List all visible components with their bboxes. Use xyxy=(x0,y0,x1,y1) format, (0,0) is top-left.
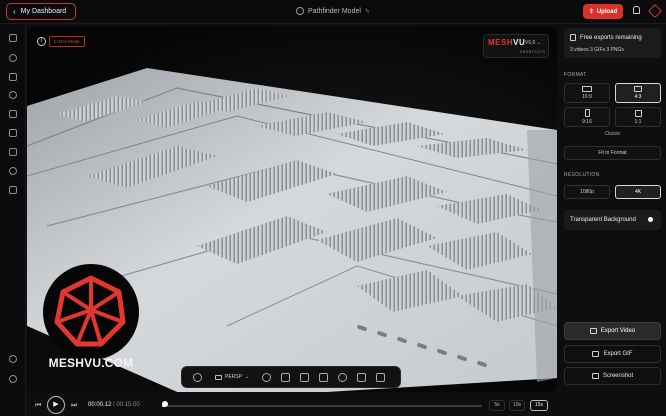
playback-bar: ⏮ ▶ ⏭ 00:00.12 / 00:15.00 5x 10s 15s xyxy=(27,394,557,416)
speed-option-selected[interactable]: 15s xyxy=(530,400,548,411)
dev-mode-badge: In Dev Mode xyxy=(49,36,85,47)
model-icon xyxy=(296,7,304,15)
camera-icon xyxy=(591,373,599,379)
upload-icon: ⇪ xyxy=(588,9,594,15)
help-icon[interactable] xyxy=(9,355,17,363)
document-icon xyxy=(570,34,576,41)
version-label: V6.6 ⌄ xyxy=(525,40,541,46)
upload-label: Upload xyxy=(596,8,618,15)
projection-label: PERSP xyxy=(225,374,242,380)
3d-viewport[interactable]: i In Dev Mode MESHVU V6.6 ⌄ SHORTCUTS ME… xyxy=(27,26,557,392)
info-icon[interactable]: i xyxy=(37,37,46,46)
free-exports-heading: Free exports remaining xyxy=(570,34,642,41)
watermark-text: MESHVU.COM xyxy=(48,356,134,370)
viewport-toolbar: PERSP ⌄ xyxy=(181,366,401,388)
resolution-option[interactable]: 1080p xyxy=(564,185,610,199)
top-bar: ‹ My Dashboard Pathfinder Model ✎ ⇪ Uplo… xyxy=(0,0,666,24)
trash-icon[interactable] xyxy=(376,372,386,382)
edit-pencil-icon[interactable]: ✎ xyxy=(365,8,370,15)
timeline-track[interactable] xyxy=(162,405,482,407)
format-option-selected[interactable]: 4:3 xyxy=(615,83,661,103)
time-display: 00:00.12 / 00:15.00 xyxy=(88,402,140,408)
material-icon[interactable] xyxy=(338,372,348,382)
format-style-label: Classic xyxy=(604,131,621,137)
grid-icon[interactable] xyxy=(300,372,310,382)
environment-icon[interactable] xyxy=(9,34,17,42)
play-button[interactable]: ▶ xyxy=(47,396,65,414)
meshvu-logo-menu[interactable]: MESHVU V6.6 ⌄ SHORTCUTS xyxy=(483,34,549,58)
sun-icon[interactable] xyxy=(9,91,17,99)
resolution-label: RESOLUTION xyxy=(564,172,600,178)
camera-icon[interactable] xyxy=(9,129,17,137)
free-exports-detail: 3 videos 3 GIFs 3 PNGs xyxy=(570,47,624,53)
gif-icon xyxy=(592,351,600,357)
fit-to-format-button[interactable]: Fit to Format xyxy=(564,146,661,160)
format-option[interactable]: 16:9 xyxy=(564,83,610,103)
toggle-knob[interactable] xyxy=(648,217,653,222)
profile-logo-icon[interactable] xyxy=(647,3,663,19)
bell-icon[interactable] xyxy=(633,6,640,14)
background-image-icon[interactable] xyxy=(281,372,291,382)
monitor-icon xyxy=(634,86,642,92)
format-label: FORMAT xyxy=(564,72,587,78)
current-time: 00:00.12 xyxy=(88,402,112,408)
meshvu-emblem-icon xyxy=(54,275,126,347)
skip-back-icon[interactable]: ⏮ xyxy=(35,402,41,410)
chevron-down-icon: ⌄ xyxy=(244,374,250,380)
screenshot-button[interactable]: Screenshot xyxy=(564,367,661,385)
transparent-background-label: Transparent Background xyxy=(570,217,636,223)
settings-gear-icon[interactable] xyxy=(9,375,17,383)
rotate-icon[interactable] xyxy=(262,372,272,382)
format-option[interactable]: 9:16 xyxy=(564,107,610,127)
layers-icon[interactable] xyxy=(9,73,17,81)
landscape-icon xyxy=(582,86,592,92)
shortcuts-label[interactable]: SHORTCUTS xyxy=(520,50,545,54)
speed-option[interactable]: 5x xyxy=(489,400,505,411)
left-toolbar xyxy=(0,24,26,416)
fullscreen-icon[interactable] xyxy=(357,372,367,382)
export-gif-button[interactable]: Export GIF xyxy=(564,345,661,363)
camera-icon xyxy=(215,374,222,380)
reset-view-icon[interactable] xyxy=(193,372,202,382)
my-dashboard-button[interactable]: ‹ My Dashboard xyxy=(6,3,76,20)
total-time: / 00:15.00 xyxy=(113,402,140,408)
free-exports-card: Free exports remaining 3 videos 3 GIFs 3… xyxy=(564,28,661,58)
timeline-handle[interactable] xyxy=(161,401,168,407)
skip-forward-icon[interactable]: ⏭ xyxy=(71,402,77,410)
format-option[interactable]: 1:1 xyxy=(615,107,661,127)
speed-option[interactable]: 10s xyxy=(509,400,525,411)
transparent-background-toggle[interactable]: Transparent Background xyxy=(564,210,661,230)
database-icon[interactable] xyxy=(9,186,17,194)
watermark-badge xyxy=(43,264,139,360)
meshvu-logo: MESHVU xyxy=(488,38,526,47)
model-title[interactable]: Pathfinder Model ✎ xyxy=(296,7,370,15)
export-video-button[interactable]: Export Video xyxy=(564,322,661,340)
export-panel: Free exports remaining 3 videos 3 GIFs 3… xyxy=(560,24,666,416)
square-icon xyxy=(634,109,642,117)
hotspot-icon[interactable] xyxy=(9,167,17,175)
palette-icon[interactable] xyxy=(9,54,17,62)
my-dashboard-label: My Dashboard xyxy=(20,8,67,15)
image-icon[interactable] xyxy=(9,110,17,118)
layers-icon[interactable] xyxy=(319,372,329,382)
upload-button[interactable]: ⇪ Upload xyxy=(583,4,623,19)
chevron-left-icon: ‹ xyxy=(13,6,16,16)
model-title-text: Pathfinder Model xyxy=(308,7,361,15)
portrait-icon xyxy=(584,109,590,117)
resolution-option-selected[interactable]: 4K xyxy=(615,185,661,199)
video-icon xyxy=(589,328,597,334)
effects-icon[interactable] xyxy=(9,148,17,156)
projection-select[interactable]: PERSP ⌄ xyxy=(215,374,249,380)
